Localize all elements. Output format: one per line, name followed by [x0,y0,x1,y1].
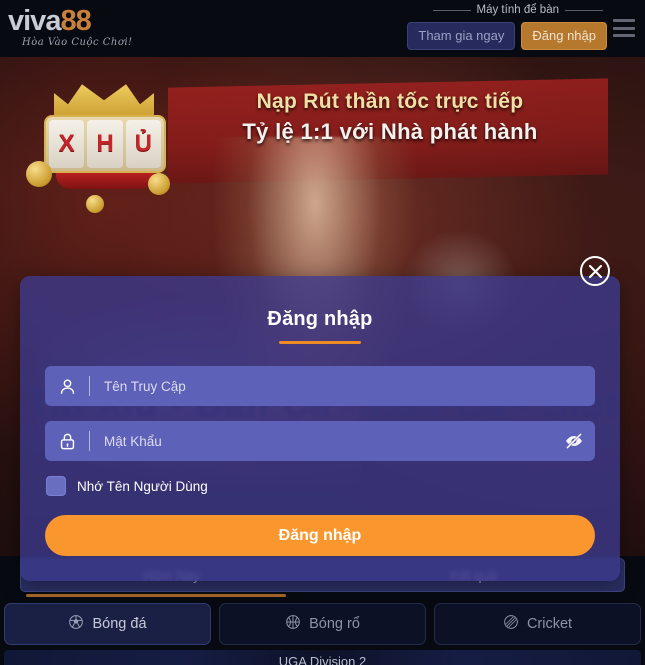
user-icon [45,377,89,396]
slot-reels: X H Ủ [44,115,166,173]
username-input[interactable] [90,378,595,394]
site-header: viva88 Hòa Vào Cuộc Chơi! Máy tính để bà… [0,0,645,57]
divider-line-left [432,9,471,11]
desktop-mode-label: Máy tính để bàn [432,4,603,16]
sport-button-cricket[interactable]: Cricket [434,603,641,645]
hamburger-bar-1 [613,19,635,22]
page-root: viva88 Hòa Vào Cuộc Chơi! Máy tính để bà… [0,0,645,665]
sport-button-basketball[interactable]: Bóng rổ [219,603,426,645]
banner-headline-1: Nạp Rút thần tốc trực tiếp [256,90,524,113]
sport-label-basketball: Bóng rổ [309,616,360,632]
sport-label-cricket: Cricket [526,616,573,632]
logo-accent: 88 [60,5,91,37]
remember-checkbox[interactable] [46,476,66,496]
banner-text-block: Nạp Rút thần tốc trực tiếp Tỷ lệ 1:1 với… [180,87,600,147]
header-login-button[interactable]: Đăng nhập [521,22,607,50]
sport-label-football: Bóng đá [92,616,147,632]
league-header[interactable]: UGA Division 2 [4,650,641,665]
hamburger-bar-3 [613,34,635,37]
password-input[interactable] [90,433,553,449]
logo-text: viva88 [8,6,158,36]
coin-decoration [148,173,170,195]
sports-filter-row: Bóng đá Bóng rổ Cricket [4,603,641,645]
header-actions: Tham gia ngay Đăng nhập [407,22,607,50]
password-field[interactable] [45,421,595,461]
slot-reel: Ủ [125,120,161,168]
login-submit-button[interactable]: Đăng nhập [45,515,595,556]
slot-machine-graphic: X H Ủ [26,77,180,217]
slot-base [56,173,154,189]
soccer-ball-icon [68,614,84,634]
sport-button-football[interactable]: Bóng đá [4,603,211,645]
join-now-button[interactable]: Tham gia ngay [407,22,516,50]
modal-title: Đăng nhập [267,308,373,330]
slot-reel: H [87,120,123,168]
desktop-label-text: Máy tính để bàn [476,4,559,16]
banner-headline-2: Tỷ lệ 1:1 với Nhà phát hành [242,119,538,144]
username-field[interactable] [45,366,595,406]
eye-slash-icon[interactable] [553,431,595,451]
hamburger-bar-2 [613,26,635,30]
divider-line-right [565,9,603,11]
login-modal: Đăng nhập Tên Truy Cập Nhớ Tên Người Dùn… [20,256,620,581]
coin-decoration [86,195,104,213]
logo-tagline: Hòa Vào Cuộc Chơi! [22,37,133,48]
hamburger-menu-icon[interactable] [611,17,637,39]
lock-icon [45,432,89,451]
remember-username-row[interactable]: Nhớ Tên Người Dùng [46,476,595,496]
slot-reel: X [49,120,85,168]
site-logo[interactable]: viva88 Hòa Vào Cuộc Chơi! [8,6,158,52]
cricket-ball-icon [503,614,519,634]
remember-label: Nhớ Tên Người Dùng [77,478,208,494]
logo-word: viva [8,5,61,37]
login-form: Nhớ Tên Người Dùng Đăng nhập [20,344,620,556]
basketball-icon [285,614,301,634]
close-circle-icon[interactable] [580,256,610,286]
coin-decoration [26,161,52,187]
active-tab-indicator [26,594,286,597]
